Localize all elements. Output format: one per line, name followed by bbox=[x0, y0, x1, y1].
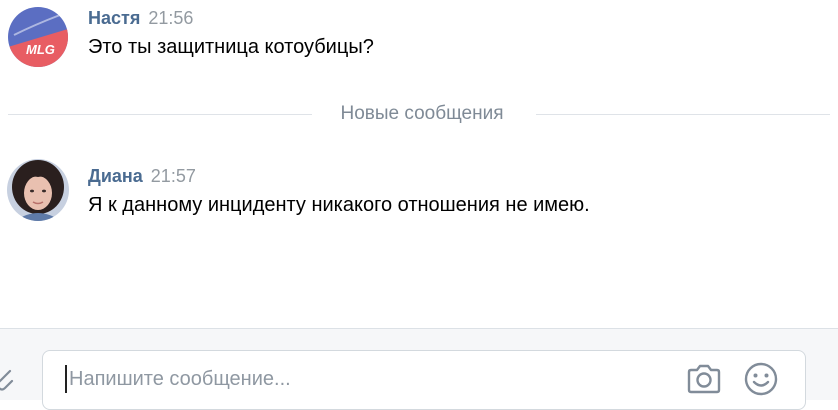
message-item: Диана 21:57 Я к данному инциденту никаког… bbox=[0, 159, 838, 236]
attach-icon[interactable] bbox=[0, 365, 14, 391]
message-item: MLG Настя 21:56 Это ты защитница котоубиц… bbox=[0, 7, 838, 78]
avatar-mlg-image: MLG bbox=[8, 7, 68, 67]
divider-line-left bbox=[8, 114, 312, 115]
author-name[interactable]: Настя bbox=[88, 8, 140, 28]
message-text: Это ты защитница котоубицы? bbox=[88, 36, 374, 58]
message-input-box[interactable] bbox=[42, 350, 806, 410]
chat-history: MLG Настя 21:56 Это ты защитница котоубиц… bbox=[0, 0, 838, 328]
author-name[interactable]: Диана bbox=[88, 166, 143, 186]
message-text: Я к данному инциденту никакого отношения… bbox=[88, 194, 590, 216]
divider-line-right bbox=[536, 114, 830, 115]
camera-icon[interactable] bbox=[685, 363, 723, 395]
message-time[interactable]: 21:56 bbox=[148, 8, 193, 28]
smile-icon[interactable] bbox=[743, 361, 779, 397]
message-header: Диана 21:57 bbox=[88, 166, 196, 188]
message-header: Настя 21:56 bbox=[88, 8, 193, 30]
message-input[interactable] bbox=[65, 365, 649, 393]
divider-label: Новые сообщения bbox=[340, 103, 504, 124]
avatar[interactable] bbox=[7, 159, 69, 221]
message-time[interactable]: 21:57 bbox=[151, 166, 196, 186]
avatar[interactable]: MLG bbox=[8, 7, 68, 67]
avatar-text: MLG bbox=[26, 42, 55, 57]
message-composer bbox=[0, 328, 838, 410]
avatar-photo bbox=[7, 159, 69, 221]
new-messages-divider: Новые сообщения bbox=[8, 101, 830, 127]
